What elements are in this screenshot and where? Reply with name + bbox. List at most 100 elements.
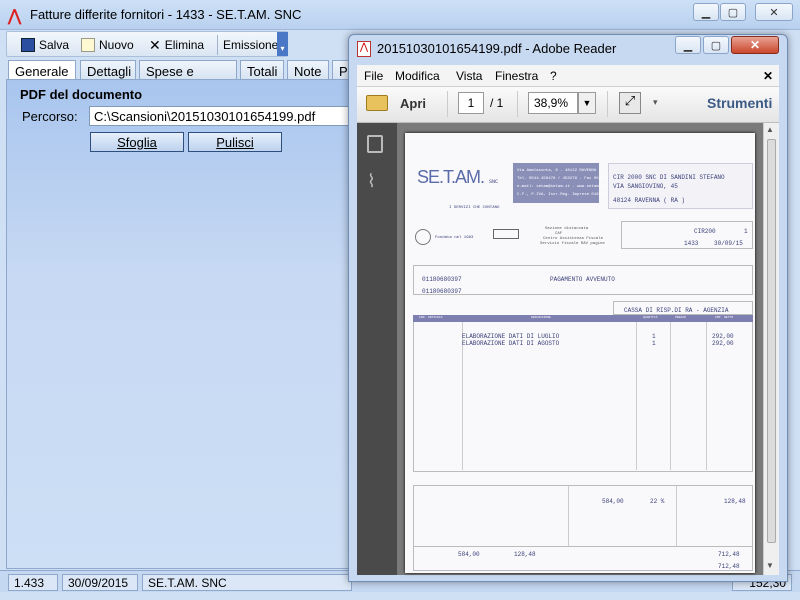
col-price: PREZZO (675, 316, 686, 319)
scrollbar-thumb[interactable] (767, 139, 776, 543)
save-label: Salva (39, 38, 70, 52)
reader-maximize-button[interactable]: ▢ (703, 36, 729, 54)
col-net: IMP. NETTO (715, 316, 734, 319)
document-page: 1 (744, 228, 748, 235)
section-title: PDF del documento (20, 87, 143, 102)
invoice-logo-text: SE.T.AM. (417, 167, 485, 187)
caf-line-2: CAF (555, 232, 563, 236)
new-button[interactable]: Nuovo (81, 35, 134, 55)
page-number-input[interactable]: 1 (458, 92, 484, 114)
adobe-reader-window: ⋀ 20151030101654199.pdf - Adobe Reader ▁… (348, 34, 788, 582)
menu-finestra[interactable]: Finestra (495, 69, 538, 83)
toolbar-more-chevron-icon[interactable]: ▾ (653, 97, 658, 108)
browse-button[interactable]: Sfoglia (90, 132, 184, 152)
caf-logo-icon (493, 229, 519, 239)
delete-x-icon: ✕ (149, 36, 161, 53)
scroll-down-arrow-icon[interactable]: ▼ (766, 561, 774, 570)
reader-close-button[interactable]: ✕ (731, 36, 779, 54)
document-view: SE.T.AM. SNC I SERVIZI CHE CONTANO Via A… (397, 123, 763, 575)
pdf-file-icon: ⋀ (357, 41, 371, 57)
toolbar-overflow-chevron-icon[interactable]: ▾ (277, 32, 288, 56)
customer-city: 48124 RAVENNA ( RA ) (613, 197, 686, 204)
menu-vista[interactable]: Vista (456, 69, 482, 83)
menu-close-document-icon[interactable]: ✕ (763, 69, 773, 83)
pdf-page: SE.T.AM. SNC I SERVIZI CHE CONTANO Via A… (405, 133, 755, 573)
clear-button[interactable]: Pulisci (188, 132, 282, 152)
path-label: Percorso: (22, 109, 78, 124)
company-vat: C.F., P.IVA, Iscr.Reg. Imprese 018187903… (517, 193, 618, 197)
invoice-logo-tagline: I SERVIZI CHE CONTANO (449, 206, 500, 210)
open-button[interactable]: Apri (400, 96, 426, 111)
menu-modifica[interactable]: Modifica (395, 69, 440, 83)
vat-summary-box: 584,00 22 % 128,48 (413, 485, 753, 547)
company-info-box: Via Amalasunta, 6 - 48122 RAVENNA Tel. 0… (513, 163, 620, 203)
vat-rate: 22 % (650, 498, 665, 505)
zoom-dropdown-chevron-icon[interactable]: ▼ (578, 92, 596, 114)
table-column-line (670, 322, 671, 470)
status-doc-date: 30/09/2015 (62, 574, 138, 591)
minimize-button[interactable]: ▁ (693, 3, 719, 21)
toolbar-separator (217, 35, 218, 55)
reader-title: 20151030101654199.pdf - Adobe Reader (377, 41, 617, 56)
lines-table-header: COD. ARTICOLO DESCRIZIONE QUANTITÀ PREZZ… (413, 315, 753, 322)
customer-box: CIR 2000 SNC DI SANDINI STEFANO VIA SANG… (608, 163, 753, 209)
app-logo-icon: ⋀ (8, 8, 22, 25)
save-button[interactable]: Salva (21, 35, 69, 55)
line-2-description: ELABORAZIONE DATI DI AGOSTO (462, 340, 560, 347)
tab-spese-sconti[interactable]: Spese e Sconti (139, 60, 237, 94)
lines-table-body: ELABORAZIONE DATI DI LUGLIO 1 292,00 ELA… (413, 322, 753, 472)
table-column-line (636, 322, 637, 470)
company-phone: Tel. 0544.456476 / 453279 - Fax 0544.453… (517, 177, 621, 181)
total-taxable: 584,00 (458, 551, 480, 558)
issue-button[interactable]: Emissione (223, 35, 278, 55)
close-button[interactable]: ✕ (755, 3, 793, 21)
founded-text: Fondata nel 1983 (435, 236, 474, 240)
tab-totali[interactable]: Totali (240, 60, 284, 80)
total-document: 712,48 (718, 551, 740, 558)
menu-file[interactable]: File (364, 69, 383, 83)
reader-minimize-button[interactable]: ▁ (675, 36, 701, 54)
floppy-icon (21, 38, 35, 52)
app-toolbar: Salva Nuovo ✕ Elimina Emissione ▾ (6, 31, 288, 57)
attachments-paperclip-icon[interactable]: ⌇ (367, 171, 376, 192)
taxable-amount: 584,00 (602, 498, 624, 505)
delete-label: Elimina (164, 38, 205, 52)
company-address: Via Amalasunta, 6 - 48122 RAVENNA (517, 169, 597, 173)
line-2-amount: 292,00 (712, 340, 734, 347)
issue-label: Emissione (223, 38, 279, 52)
customer-name: CIR 2000 SNC DI SANDINI STEFANO (613, 174, 725, 181)
browse-label: Sfoglia (117, 134, 157, 150)
total-due: 712,48 (718, 563, 740, 570)
vertical-scrollbar[interactable]: ▲ ▼ (763, 123, 779, 575)
tab-note[interactable]: Note (287, 60, 329, 80)
tax-code: 01180680397 (422, 288, 462, 295)
document-number: 1433 (684, 240, 699, 247)
col-article: COD. ARTICOLO (419, 316, 443, 319)
app-titlebar: ⋀ Fatture differite fornitori - 1433 - S… (0, 0, 800, 30)
zoom-input[interactable]: 38,9% (528, 92, 578, 114)
path-field[interactable]: C:\Scansioni\20151030101654199.pdf (89, 106, 351, 126)
pages-panel-icon[interactable] (367, 135, 383, 153)
pdf-tab-panel (6, 79, 356, 569)
scroll-up-arrow-icon[interactable]: ▲ (766, 125, 774, 134)
maximize-button[interactable]: ▢ (720, 3, 746, 21)
table-column-line (706, 322, 707, 470)
fullscreen-icon[interactable]: ⤢ (619, 92, 641, 114)
customer-street: VIA SANGIOVINO, 45 (613, 183, 678, 190)
folder-icon[interactable] (366, 95, 388, 111)
app-title: Fatture differite fornitori - 1433 - SE.… (30, 7, 302, 22)
invoice-logo-suffix: SNC (489, 179, 499, 185)
new-document-icon (81, 38, 95, 52)
summary-column-line (676, 486, 677, 546)
tools-button[interactable]: Strumenti (707, 95, 772, 111)
col-description: DESCRIZIONE (531, 316, 551, 319)
toolbar-divider (607, 91, 608, 117)
line-1-description: ELABORAZIONE DATI DI LUGLIO (462, 333, 560, 340)
menu-help[interactable]: ? (550, 69, 557, 83)
clear-label: Pulisci (216, 134, 254, 150)
reader-menubar: File Modifica Vista Finestra ? ✕ (357, 65, 779, 87)
tab-generale[interactable]: Generale (8, 60, 76, 80)
delete-button[interactable]: ✕ Elimina (149, 35, 204, 55)
bank-box: CASSA DI RISP.DI RA - AGENZIA (613, 301, 753, 315)
tab-dettagli[interactable]: Dettagli (80, 60, 136, 80)
